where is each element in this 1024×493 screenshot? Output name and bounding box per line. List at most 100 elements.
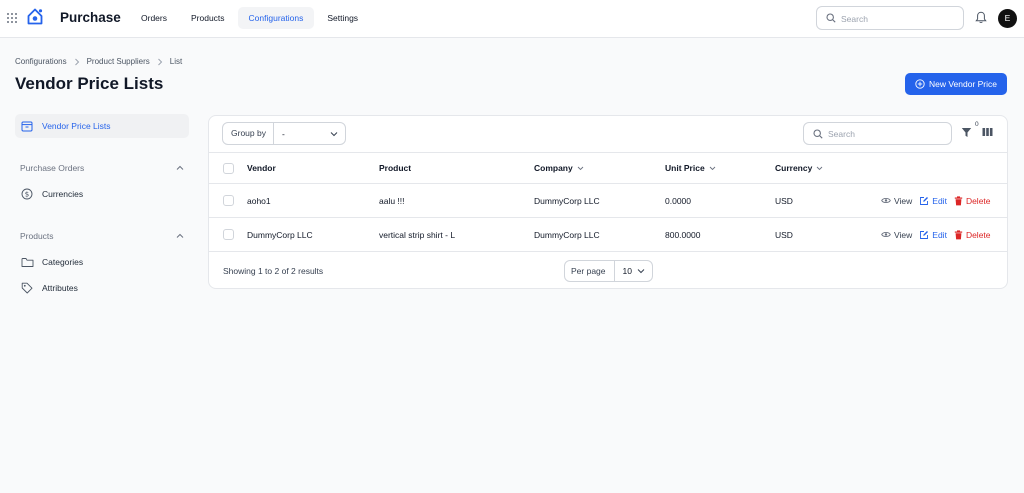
group-by-label: Group by xyxy=(223,123,274,144)
view-button[interactable]: View xyxy=(881,230,912,240)
sidebar-sub-purchase-orders: $ Currencies xyxy=(15,182,189,206)
edit-button[interactable]: Edit xyxy=(919,196,947,206)
app-title: Purchase xyxy=(60,10,121,25)
sidebar-group-label: Purchase Orders xyxy=(20,163,85,173)
svg-text:$: $ xyxy=(25,191,29,199)
global-search[interactable] xyxy=(816,6,964,30)
global-search-input[interactable] xyxy=(841,11,956,26)
search-icon xyxy=(813,129,823,139)
view-label: View xyxy=(894,195,913,206)
company-cell: DummyCorp LLC xyxy=(534,195,600,206)
breadcrumb-product-suppliers[interactable]: Product Suppliers xyxy=(87,57,150,66)
unit-price-cell: 800.0000 xyxy=(665,229,701,240)
new-vendor-price-label: New Vendor Price xyxy=(928,79,998,89)
delete-label: Delete xyxy=(965,195,991,206)
sidebar-item-label: Categories xyxy=(42,257,84,267)
filter-count-badge: 0 xyxy=(975,121,979,128)
column-currency[interactable]: Currency xyxy=(775,153,823,183)
sidebar-item-label: Vendor Price Lists xyxy=(42,121,111,131)
column-vendor: Vendor xyxy=(247,153,276,183)
app-grid-icon[interactable] xyxy=(7,13,17,23)
nav-orders[interactable]: Orders xyxy=(130,7,178,29)
select-all-cell xyxy=(223,153,234,183)
currency-cell: USD xyxy=(775,229,793,240)
column-unit-price[interactable]: Unit Price xyxy=(665,153,716,183)
view-label: View xyxy=(894,229,913,240)
page-title: Vendor Price Lists xyxy=(15,74,164,93)
table-search[interactable] xyxy=(803,122,952,145)
nav-products[interactable]: Products xyxy=(180,7,236,29)
column-company-label: Company xyxy=(534,163,573,173)
sidebar-item-categories[interactable]: Categories xyxy=(15,250,189,274)
column-product-label: Product xyxy=(379,163,412,173)
row-select-cell xyxy=(223,184,234,217)
sidebar-item-currencies[interactable]: $ Currencies xyxy=(15,182,189,206)
nav-configurations[interactable]: Configurations xyxy=(237,7,315,29)
group-by-select[interactable]: Group by - xyxy=(222,122,346,145)
chevron-up-icon xyxy=(176,233,184,238)
column-unit-price-label: Unit Price xyxy=(665,163,705,173)
sidebar-item-label: Attributes xyxy=(42,283,78,293)
per-page-select[interactable]: Per page 10 xyxy=(564,260,653,282)
delete-label: Delete xyxy=(965,229,991,240)
plus-circle-icon xyxy=(915,79,925,89)
main-nav: Orders Products Configurations Settings xyxy=(130,7,371,29)
new-vendor-price-button[interactable]: New Vendor Price xyxy=(905,73,1007,95)
sidebar-group-products[interactable]: Products xyxy=(15,227,189,245)
pagination-summary: Showing 1 to 2 of 2 results xyxy=(223,266,324,276)
delete-button[interactable]: Delete xyxy=(954,196,991,206)
edit-icon xyxy=(920,230,929,239)
breadcrumb: Configurations Product Suppliers List xyxy=(15,57,182,66)
eye-icon xyxy=(881,232,891,237)
breadcrumb-configurations[interactable]: Configurations xyxy=(15,57,67,66)
delete-button[interactable]: Delete xyxy=(954,230,991,240)
nav-settings[interactable]: Settings xyxy=(316,7,369,29)
sidebar-group-label: Products xyxy=(20,231,54,241)
user-avatar[interactable]: E xyxy=(998,9,1017,28)
column-vendor-label: Vendor xyxy=(247,163,276,173)
row-checkbox[interactable] xyxy=(223,195,234,206)
column-product: Product xyxy=(379,153,411,183)
table-search-input[interactable] xyxy=(828,127,943,141)
edit-button[interactable]: Edit xyxy=(919,230,947,240)
sidebar-sub-products: Categories Attributes xyxy=(15,250,189,300)
chevron-down-icon xyxy=(330,131,338,136)
trash-icon xyxy=(954,229,963,239)
chevron-down-icon xyxy=(637,269,645,274)
row-checkbox[interactable] xyxy=(223,229,234,240)
dollar-circle-icon: $ xyxy=(20,188,34,200)
chevron-down-icon xyxy=(709,166,716,170)
search-icon xyxy=(826,13,836,23)
sidebar-item-attributes[interactable]: Attributes xyxy=(15,276,189,300)
currency-cell: USD xyxy=(775,195,793,206)
edit-icon xyxy=(920,196,929,205)
row-select-cell xyxy=(223,218,234,251)
inbox-icon xyxy=(20,121,34,132)
chevron-down-icon xyxy=(817,166,823,170)
product-cell: vertical strip shirt - L xyxy=(379,229,456,240)
breadcrumb-list: List xyxy=(169,57,183,66)
product-cell: aalu !!! xyxy=(379,195,405,206)
sidebar-item-vendor-price-lists[interactable]: Vendor Price Lists xyxy=(15,114,189,138)
column-company[interactable]: Company xyxy=(534,153,584,183)
vendor-cell: DummyCorp LLC xyxy=(247,229,313,240)
view-button[interactable]: View xyxy=(881,196,912,206)
table-header: Vendor Product Company Unit Price Curren… xyxy=(209,152,1007,184)
sidebar-item-label: Currencies xyxy=(42,189,84,199)
sidebar-group-purchase-orders[interactable]: Purchase Orders xyxy=(15,159,189,177)
chevron-right-icon xyxy=(157,58,162,65)
trash-icon xyxy=(954,195,963,205)
per-page-label: Per page xyxy=(565,261,615,281)
group-by-value: - xyxy=(281,128,285,139)
columns-icon[interactable] xyxy=(982,127,993,137)
select-all-checkbox[interactable] xyxy=(223,162,234,174)
bell-icon[interactable] xyxy=(975,11,987,24)
company-cell: DummyCorp LLC xyxy=(534,229,600,240)
filter-icon[interactable] xyxy=(961,127,972,138)
folder-icon xyxy=(20,257,34,268)
per-page-value: 10 xyxy=(622,266,632,276)
column-currency-label: Currency xyxy=(775,163,813,173)
app-logo-icon[interactable] xyxy=(26,8,44,26)
chevron-down-icon xyxy=(577,166,584,170)
top-bar: Purchase Orders Products Configurations … xyxy=(0,0,1024,38)
